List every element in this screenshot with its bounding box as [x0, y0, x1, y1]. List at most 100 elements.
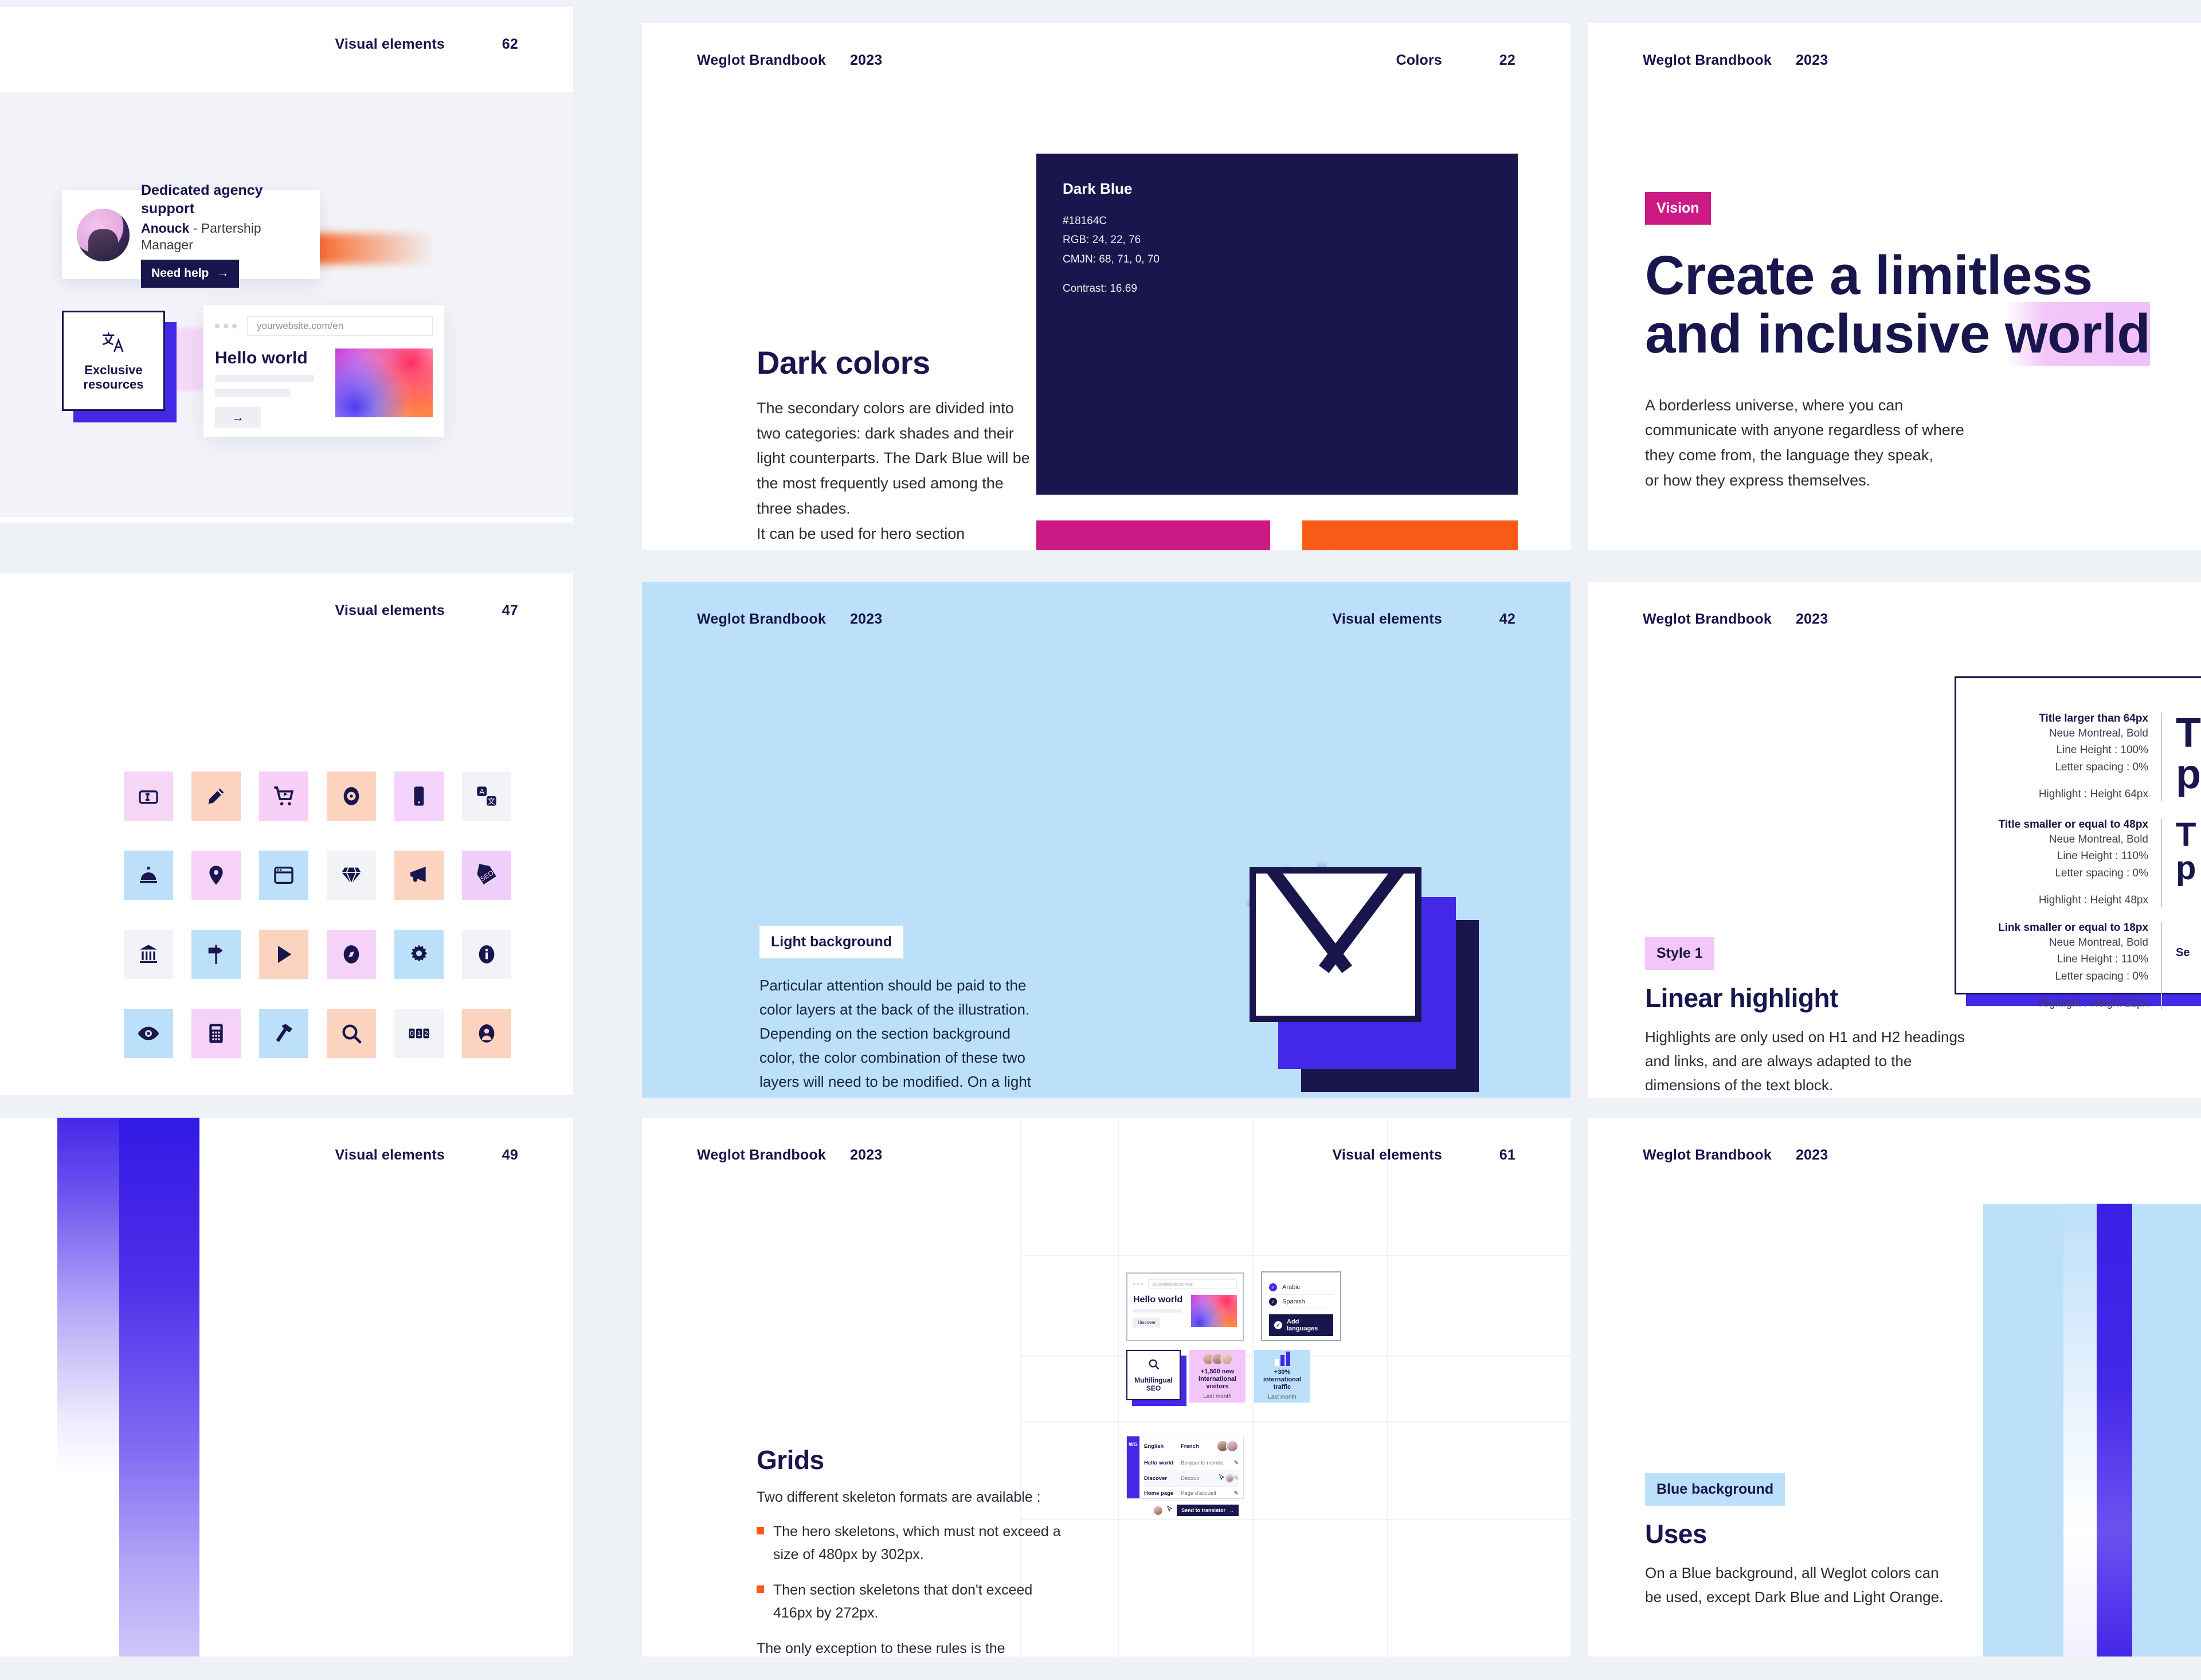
brandbook-name: Weglot Brandbook: [1643, 1146, 1772, 1163]
brandbook-name: Weglot Brandbook: [697, 52, 826, 68]
light-background-tag: Light background: [759, 926, 904, 958]
browser-url-field[interactable]: yourwebsite.com/en: [1148, 1279, 1237, 1289]
color-bar-royal-blue: [2097, 1204, 2132, 1656]
type-spec-highlight: Highlight : Height 48px: [2038, 894, 2148, 907]
stat-value: +1,500 new international visitors: [1198, 1368, 1236, 1391]
icon-cell: [385, 757, 453, 836]
typography-spec-card: Title larger than 64px Neue Montreal, Bo…: [1953, 676, 2201, 1011]
mock-heading: Hello world: [1133, 1295, 1183, 1305]
skeleton-line: [1133, 1309, 1181, 1313]
type-sample: Se: [2176, 946, 2190, 959]
language-label: Spanish: [1282, 1298, 1305, 1305]
grids-intro: Two different skeleton formats are avail…: [757, 1489, 1041, 1505]
cut-line-1: must beof 20px.: [0, 139, 80, 189]
check-icon: [1269, 1283, 1277, 1291]
type-spec-font: Neue Montreal, Bold: [2049, 937, 2148, 949]
stat-card-traffic: +30% international traffic Last month: [1254, 1350, 1310, 1403]
icon-cell: [182, 757, 250, 836]
translate-ax-icon: A文: [462, 772, 511, 821]
panel-header: Visual elements 62: [0, 7, 573, 81]
icon-cell: [182, 836, 250, 915]
play-icon: [259, 930, 308, 979]
panel-linear-highlight: Weglot Brandbook 2023 Title larger than …: [1588, 582, 2201, 1098]
orange-gradient-smudge: [304, 233, 436, 264]
panel-uses: Weglot Brandbook 2023 Blue background Us…: [1588, 1118, 2201, 1656]
agency-person-name: Anouck: [141, 220, 190, 236]
pencil-icon[interactable]: ✎: [1234, 1460, 1239, 1466]
panel-inner-surface: [0, 92, 573, 517]
type-spec-line-height: Line Height : 100%: [2056, 744, 2148, 757]
panel-page-number: 61: [1499, 1146, 1515, 1163]
skeleton-line: [215, 375, 314, 382]
panel-page-number: 49: [502, 1146, 518, 1163]
cell-source: Hello world: [1144, 1460, 1174, 1466]
brandbook-year: 2023: [849, 1146, 883, 1163]
browser-cta-button[interactable]: →: [215, 407, 261, 428]
pencil-icon: [191, 772, 241, 821]
window-dots-icon: [1133, 1283, 1143, 1285]
type-spec-letter-spacing: Letter spacing : 0%: [2055, 970, 2148, 982]
swatch-name: Pourpre: [1063, 547, 1244, 550]
panel-vision: Weglot Brandbook 2023 Vision Create a li…: [1588, 23, 2201, 550]
window-dots-icon: [215, 324, 237, 328]
skeleton-line: [215, 389, 291, 397]
cell-source: Home page: [1144, 1490, 1174, 1497]
pencil-icon[interactable]: ✎: [1234, 1490, 1239, 1497]
pencil-icon[interactable]: ✎: [1234, 1475, 1239, 1482]
list-item[interactable]: Spanish: [1269, 1295, 1333, 1309]
icon-cell: [115, 915, 182, 994]
icon-cell: [182, 915, 250, 994]
brandbook-name: Weglot Brandbook: [1643, 610, 1772, 627]
type-spec-highlight: Highlight : Height 64px: [2038, 788, 2148, 801]
brandbook-year: 2023: [1795, 610, 1828, 627]
vision-heading-line2-plain: and inclusive: [1645, 303, 2005, 365]
arrow-right-icon: →: [1229, 1507, 1234, 1513]
swatch-cmjn: CMJN: 68, 71, 0, 70: [1063, 253, 1160, 265]
need-help-button[interactable]: Need help →: [141, 260, 240, 288]
swatch-contrast: Contrast: 16.69: [1063, 282, 1137, 295]
check-icon: [1269, 1298, 1277, 1306]
seo-tag-icon: SEO: [462, 851, 511, 900]
browser-icon: [259, 851, 308, 900]
add-languages-button[interactable]: Add languages: [1269, 1314, 1333, 1336]
dark-colors-text-block: Dark colors The secondary colors are div…: [757, 344, 1037, 550]
cell-target: Page d'accueil: [1181, 1490, 1216, 1497]
agency-card-title: Dedicated agency support: [141, 182, 263, 217]
send-to-translator-button[interactable]: Send to translator →: [1176, 1505, 1239, 1516]
swatch-name: Orange: [1329, 547, 1491, 550]
icon-cell: SEO: [453, 836, 520, 915]
type-spec-row: Link smaller or equal to 18px Neue Montr…: [1953, 922, 2201, 1011]
brandbook-name: Weglot Brandbook: [697, 1146, 826, 1163]
eye-icon: [124, 1009, 173, 1058]
vision-body: A borderless universe, where you can com…: [1645, 396, 1964, 489]
brandbook-year: 2023: [1795, 52, 1828, 68]
vision-heading: Create a limitless and inclusive world: [1645, 246, 2201, 366]
blue-background-tag: Blue background: [1645, 1473, 1785, 1506]
bullet-text: Then section skeletons that don't exceed…: [773, 1582, 1033, 1621]
translate-icon: [101, 330, 126, 357]
brandbook-board: Visual elements 62 must beof 20px. e thi…: [0, 0, 2201, 1680]
discover-button[interactable]: Discover: [1133, 1318, 1161, 1327]
vision-heading-highlight: world: [2004, 301, 2151, 366]
type-spec-label: Title smaller or equal to 48px: [1998, 819, 2148, 831]
type-spec-row: Title larger than 64px Neue Montreal, Bo…: [1953, 712, 2201, 801]
type-sample: Tp: [2176, 710, 2201, 797]
icon-cell: 012: [385, 994, 453, 1073]
brandbook-year: 2023: [849, 52, 883, 68]
browser-url-field[interactable]: yourwebsite.com/en: [247, 316, 433, 336]
type-spec-line-height: Line Height : 110%: [2057, 953, 2148, 966]
map-pin-icon: [191, 851, 241, 900]
type-spec-letter-spacing: Letter spacing : 0%: [2055, 867, 2148, 879]
style-tag: Style 1: [1645, 937, 1714, 970]
envelope-illustration: [1243, 851, 1490, 1098]
table-row: Hello world Bonjour le monde ✎: [1144, 1456, 1239, 1470]
icon-cell: [318, 757, 385, 836]
language-picker-mockup: Arabic Spanish Add languages: [1261, 1271, 1341, 1341]
list-item[interactable]: Arabic: [1269, 1280, 1333, 1295]
flower-gear-icon: [327, 772, 376, 821]
icon-cell: A文: [453, 757, 520, 836]
seo-card-label: Multilingual SEO: [1134, 1376, 1173, 1392]
cut-off-body-copy: must beof 20px. e thickness xt is 8px. a…: [0, 139, 80, 478]
add-languages-label: Add languages: [1287, 1318, 1318, 1332]
panel-page-number: 42: [1499, 610, 1515, 627]
